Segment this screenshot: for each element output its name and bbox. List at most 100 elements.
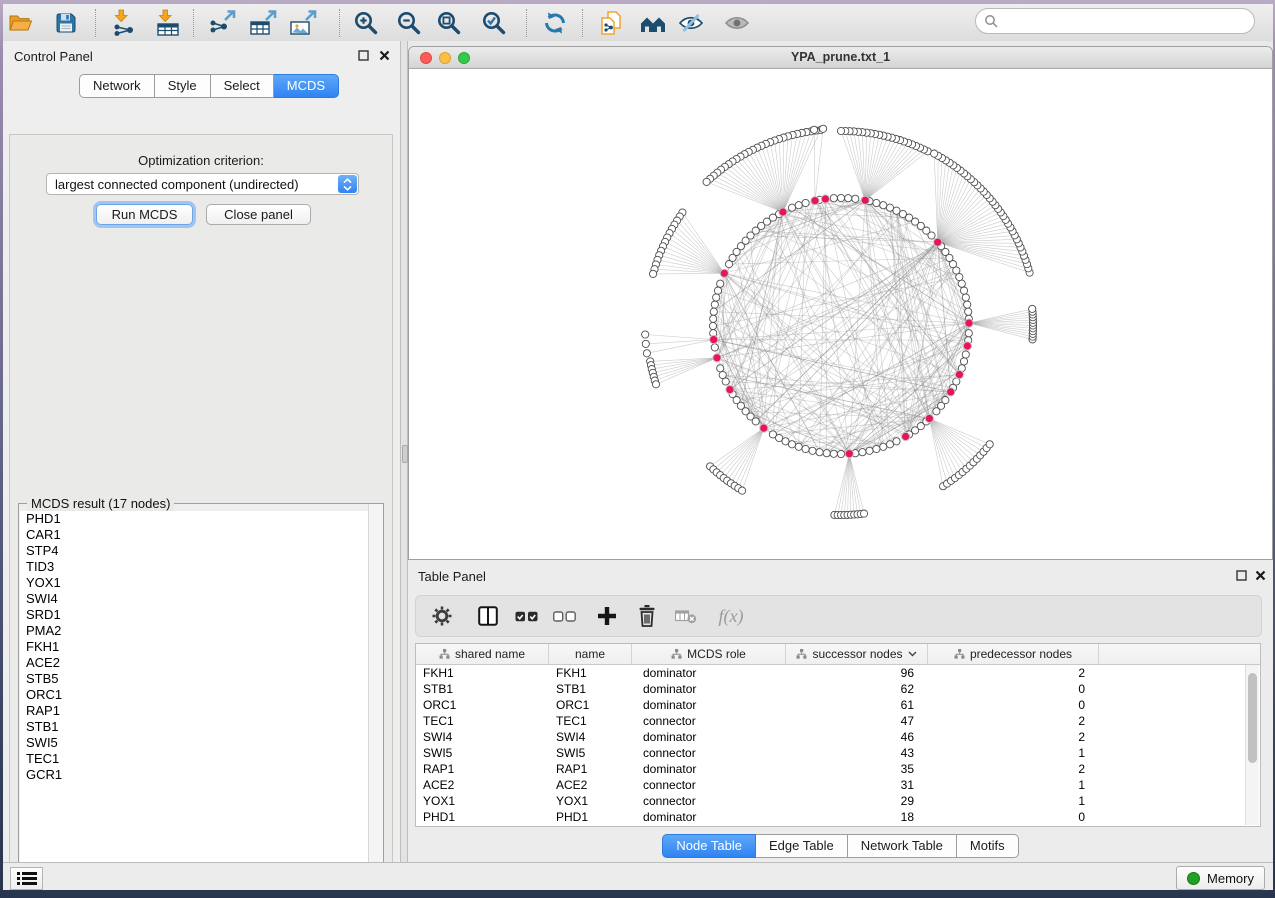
table-cell[interactable]: dominator: [632, 810, 786, 824]
mcds-result-item[interactable]: ORC1: [20, 687, 383, 703]
table-cell[interactable]: 2: [928, 762, 1099, 776]
table-cell[interactable]: dominator: [632, 762, 786, 776]
table-row[interactable]: ACE2ACE2connector311: [416, 777, 1260, 793]
table-cell[interactable]: 29: [786, 794, 928, 808]
network-window-titlebar[interactable]: YPA_prune.txt_1: [409, 47, 1272, 69]
table-row[interactable]: TEC1TEC1connector472: [416, 713, 1260, 729]
export-table-button[interactable]: [248, 8, 278, 38]
delete-column-button[interactable]: [636, 601, 658, 631]
table-row[interactable]: PHD1PHD1dominator180: [416, 809, 1260, 825]
table-scrollbar-thumb[interactable]: [1248, 673, 1257, 763]
table-cell[interactable]: dominator: [632, 666, 786, 680]
table-row[interactable]: STB1STB1dominator620: [416, 681, 1260, 697]
close-panel-action-button[interactable]: Close panel: [206, 204, 311, 225]
table-row[interactable]: ORC1ORC1dominator610: [416, 697, 1260, 713]
zoom-selected-button[interactable]: [479, 8, 509, 38]
network-canvas[interactable]: [409, 69, 1272, 560]
tab-mcds[interactable]: MCDS: [274, 74, 339, 98]
tab-edge-table[interactable]: Edge Table: [756, 834, 848, 858]
show-columns-button[interactable]: [476, 601, 500, 631]
table-cell[interactable]: 96: [786, 666, 928, 680]
table-cell[interactable]: FKH1: [549, 666, 632, 680]
table-cell[interactable]: ACE2: [549, 778, 632, 792]
table-cell[interactable]: 1: [928, 794, 1099, 808]
table-cell[interactable]: STB1: [416, 682, 549, 696]
table-cell[interactable]: YOX1: [549, 794, 632, 808]
zoom-in-button[interactable]: [351, 8, 381, 38]
tab-select[interactable]: Select: [211, 74, 274, 98]
open-session-button[interactable]: [5, 8, 35, 38]
table-cell[interactable]: YOX1: [416, 794, 549, 808]
import-table-button[interactable]: [153, 8, 183, 38]
table-cell[interactable]: 62: [786, 682, 928, 696]
table-row[interactable]: SWI5SWI5connector431: [416, 745, 1260, 761]
mcds-result-item[interactable]: GCR1: [20, 767, 383, 783]
float-panel-button[interactable]: [357, 49, 370, 62]
table-cell[interactable]: RAP1: [416, 762, 549, 776]
table-cell[interactable]: SWI5: [549, 746, 632, 760]
table-row[interactable]: YOX1YOX1connector291: [416, 793, 1260, 809]
table-cell[interactable]: 2: [928, 666, 1099, 680]
panel-divider[interactable]: [400, 41, 408, 862]
window-minimize-icon[interactable]: [439, 52, 451, 64]
window-close-icon[interactable]: [420, 52, 432, 64]
mcds-result-item[interactable]: TEC1: [20, 751, 383, 767]
mcds-result-item[interactable]: CAR1: [20, 527, 383, 543]
mcds-result-item[interactable]: PHD1: [20, 511, 383, 527]
tab-motifs[interactable]: Motifs: [957, 834, 1019, 858]
deselect-all-rows-button[interactable]: [552, 601, 578, 631]
mcds-result-item[interactable]: ACE2: [20, 655, 383, 671]
duplicate-network-button[interactable]: [596, 8, 626, 38]
table-cell[interactable]: 0: [928, 698, 1099, 712]
table-cell[interactable]: 0: [928, 810, 1099, 824]
table-cell[interactable]: FKH1: [416, 666, 549, 680]
table-cell[interactable]: TEC1: [416, 714, 549, 728]
mcds-result-list[interactable]: PHD1CAR1STP4TID3YOX1SWI4SRD1PMA2FKH1ACE2…: [20, 511, 383, 872]
mcds-result-item[interactable]: STP4: [20, 543, 383, 559]
float-table-panel-button[interactable]: [1235, 569, 1248, 582]
select-all-rows-button[interactable]: [514, 601, 540, 631]
column-header-predecessor-nodes[interactable]: predecessor nodes: [928, 644, 1099, 664]
table-cell[interactable]: 43: [786, 746, 928, 760]
table-cell[interactable]: 1: [928, 778, 1099, 792]
first-neighbors-button[interactable]: [638, 8, 668, 38]
run-mcds-button[interactable]: Run MCDS: [96, 204, 193, 225]
mcds-result-item[interactable]: SWI5: [20, 735, 383, 751]
table-cell[interactable]: 35: [786, 762, 928, 776]
mcds-result-item[interactable]: FKH1: [20, 639, 383, 655]
table-cell[interactable]: 0: [928, 682, 1099, 696]
column-header-name[interactable]: name: [549, 644, 632, 664]
mcds-result-item[interactable]: SRD1: [20, 607, 383, 623]
show-all-button[interactable]: [722, 8, 752, 38]
column-header-successor-nodes[interactable]: successor nodes: [786, 644, 928, 664]
table-cell[interactable]: PHD1: [549, 810, 632, 824]
table-scrollbar[interactable]: [1245, 665, 1259, 825]
tab-node-table[interactable]: Node Table: [662, 834, 756, 858]
column-header-mcds-role[interactable]: MCDS role: [632, 644, 786, 664]
create-column-button[interactable]: [596, 601, 618, 631]
delete-table-button[interactable]: [674, 601, 698, 631]
table-cell[interactable]: 1: [928, 746, 1099, 760]
mcds-result-item[interactable]: PMA2: [20, 623, 383, 639]
show-task-history-button[interactable]: [10, 867, 43, 890]
mcds-result-item[interactable]: RAP1: [20, 703, 383, 719]
table-cell[interactable]: ORC1: [549, 698, 632, 712]
close-panel-button[interactable]: [378, 49, 391, 62]
zoom-out-button[interactable]: [394, 8, 424, 38]
search-field[interactable]: [975, 8, 1255, 34]
table-cell[interactable]: connector: [632, 714, 786, 728]
table-cell[interactable]: 46: [786, 730, 928, 744]
table-cell[interactable]: 31: [786, 778, 928, 792]
table-cell[interactable]: STB1: [549, 682, 632, 696]
mcds-result-item[interactable]: STB5: [20, 671, 383, 687]
optimization-criterion-select[interactable]: largest connected component (undirected): [46, 173, 359, 195]
column-header-shared-name[interactable]: shared name: [416, 644, 549, 664]
mcds-result-item[interactable]: TID3: [20, 559, 383, 575]
table-cell[interactable]: dominator: [632, 682, 786, 696]
table-cell[interactable]: 47: [786, 714, 928, 728]
table-row[interactable]: RAP1RAP1dominator352: [416, 761, 1260, 777]
network-graph[interactable]: [409, 69, 1272, 560]
tab-network-table[interactable]: Network Table: [848, 834, 957, 858]
memory-button[interactable]: Memory: [1176, 866, 1265, 890]
window-maximize-icon[interactable]: [458, 52, 470, 64]
